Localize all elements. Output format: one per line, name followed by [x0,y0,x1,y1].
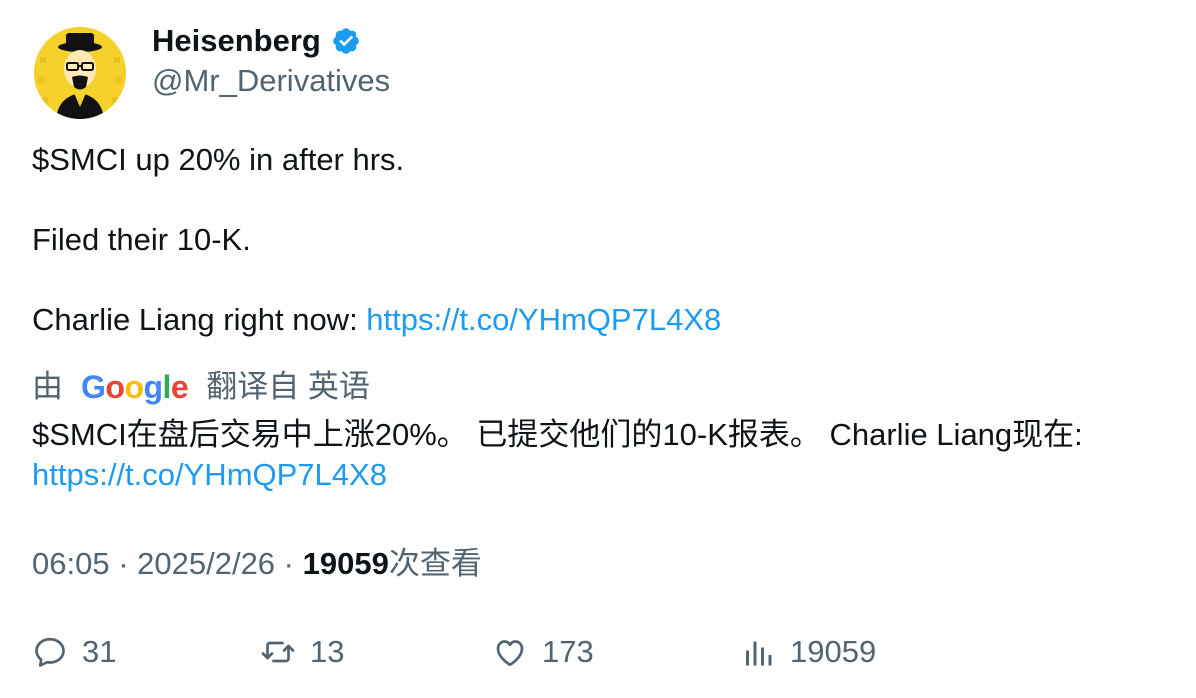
tweet-time[interactable]: 06:05 [32,546,110,581]
tweet-line-3: Charlie Liang right now: https://t.co/YH… [32,300,1162,340]
analytics-icon [746,641,772,666]
author-name-row: Heisenberg [152,22,361,60]
tweet-body: $SMCI up 20% in after hrs. Filed their 1… [32,140,1162,340]
retweet-button[interactable]: 13 [260,630,344,674]
translation-suffix: 翻译自 英语 [206,369,370,404]
like-count: 173 [542,634,594,669]
tweet-link[interactable]: https://t.co/YHmQP7L4X8 [366,302,721,337]
views-count: 19059 [302,546,389,581]
views-action-count: 19059 [790,634,877,669]
translated-line: $SMCI在盘后交易中上涨20%。 已提交他们的10-K报表。 Charlie … [32,417,1083,452]
retweet-count: 13 [310,634,345,669]
action-bar: 31 13 173 19059 [32,630,1172,674]
views-button[interactable]: 19059 [740,630,876,674]
verified-badge-icon [333,28,359,54]
reply-count: 31 [82,634,117,669]
views-label: 次查看 [388,546,482,581]
reply-button[interactable]: 31 [32,630,116,674]
author-handle[interactable]: @Mr_Derivatives [152,62,390,100]
translation-prefix: 由 [32,369,63,404]
tweet-line-1: $SMCI up 20% in after hrs. [32,142,405,177]
reply-icon [35,637,65,667]
retweet-icon [261,641,295,663]
translated-link[interactable]: https://t.co/YHmQP7L4X8 [32,457,387,492]
google-logo[interactable]: Google [81,366,189,408]
author-name[interactable]: Heisenberg [152,22,321,60]
meta-separator: · [109,546,138,581]
heart-icon [496,640,524,667]
heisenberg-avatar-icon [34,27,126,119]
like-button[interactable]: 173 [492,630,594,674]
translation-attribution: 由 Google 翻译自 英语 [32,366,370,408]
avatar[interactable] [34,27,126,119]
tweet-line-2: Filed their 10-K. [32,222,251,257]
tweet-meta: 06:05 · 2025/2/26 · 19059次查看 [32,544,482,584]
tweet-line-3-text: Charlie Liang right now: [32,302,367,337]
translated-text: $SMCI在盘后交易中上涨20%。 已提交他们的10-K报表。 Charlie … [32,415,1172,495]
meta-separator: · [275,546,303,581]
tweet-date[interactable]: 2025/2/26 [137,546,275,581]
